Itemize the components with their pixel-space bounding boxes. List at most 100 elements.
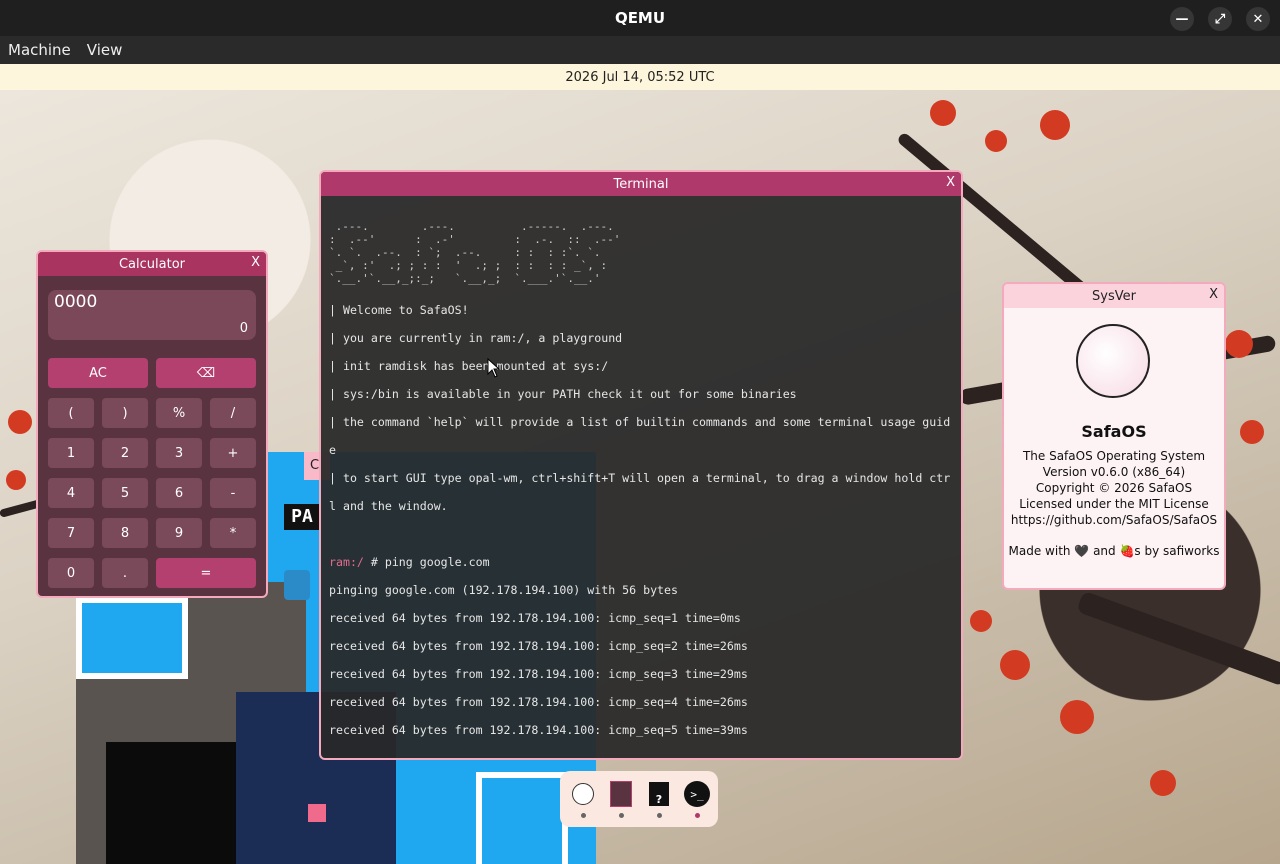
calc-divide-button[interactable]: /: [210, 398, 256, 428]
terminal-output[interactable]: .---. .---. .-----. .---. : .--' : .-' :…: [329, 206, 953, 750]
close-icon: ✕: [1252, 11, 1264, 27]
calculator-close-button[interactable]: X: [251, 255, 260, 270]
wallpaper-blossom: [970, 610, 992, 632]
wallpaper-blossom: [1240, 420, 1264, 444]
calc-7-button[interactable]: 7: [48, 518, 94, 548]
terminal-line: | Welcome to SafaOS!: [329, 303, 469, 317]
calc-8-button[interactable]: 8: [102, 518, 148, 548]
sysver-line: The SafaOS Operating System: [1022, 449, 1206, 463]
desktop-wallpaper: C PA Calculator X 0000 0 AC ⌫ ( ) % / 1 …: [0, 90, 1280, 864]
wallpaper-blossom: [985, 130, 1007, 152]
sysver-titlebar[interactable]: SysVer X: [1004, 284, 1224, 308]
sysver-line: Version v0.6.0 (x86_64): [1042, 465, 1186, 479]
game-water: [76, 597, 188, 679]
maximize-icon: ⤢: [1214, 11, 1226, 27]
wallpaper-blossom: [6, 470, 26, 490]
calc-0-button[interactable]: 0: [48, 558, 94, 588]
terminal-line: l and the window.: [329, 499, 448, 513]
date-time: 2026 Jul 14, 05:52 UTC: [565, 69, 715, 85]
calculator-window[interactable]: Calculator X 0000 0 AC ⌫ ( ) % / 1 2 3 +…: [36, 250, 268, 598]
terminal-command: # ping google.com: [363, 555, 490, 569]
terminal-output-line: received 64 bytes from 192.178.194.100: …: [329, 639, 748, 653]
terminal-output-line: received 64 bytes from 192.178.194.100: …: [329, 611, 741, 625]
calc-minus-button[interactable]: -: [210, 478, 256, 508]
help-file-icon: ?: [649, 782, 669, 806]
game-water: [476, 772, 568, 864]
sysver-os-name: SafaOS: [1081, 422, 1147, 441]
sysver-credits: Made with 🖤 and 🍓s by safiworks: [1008, 544, 1220, 558]
calculator-expression: 0000: [54, 292, 98, 312]
dock-running-indicator: [619, 813, 624, 818]
menu-view[interactable]: View: [79, 41, 131, 59]
calc-5-button[interactable]: 5: [102, 478, 148, 508]
calc-6-button[interactable]: 6: [156, 478, 202, 508]
terminal-line: | init ramdisk has been mounted at sys:/: [329, 359, 609, 373]
safaos-logo-icon: [1076, 324, 1150, 398]
calculator-result: 0: [239, 321, 248, 336]
calc-multiply-button[interactable]: *: [210, 518, 256, 548]
dock-running-indicator: [581, 813, 586, 818]
calculator-icon: [610, 781, 632, 807]
safaos-ascii-logo: .---. .---. .-----. .---. : .--' : .-' :…: [329, 220, 621, 285]
calc-backspace-button[interactable]: ⌫: [156, 358, 256, 388]
calc-2-button[interactable]: 2: [102, 438, 148, 468]
terminal-command-line: ram:/ # ping google.com: [329, 555, 953, 569]
sysver-icon: [572, 783, 594, 805]
terminal-title: Terminal: [613, 176, 669, 192]
app-title: QEMU: [614, 9, 666, 27]
sysver-info: The SafaOS Operating System Version v0.6…: [1004, 448, 1224, 528]
calc-percent-button[interactable]: %: [156, 398, 202, 428]
calc-3-button[interactable]: 3: [156, 438, 202, 468]
game-flower-sprite: [308, 804, 326, 822]
sysver-line: Licensed under the MIT License: [1019, 497, 1209, 511]
calculator-display: 0000 0: [48, 290, 256, 340]
wallpaper-branch: [1076, 590, 1280, 687]
terminal-prompt: ram:/: [329, 555, 364, 569]
calc-close-paren-button[interactable]: ): [102, 398, 148, 428]
minimize-icon: —: [1175, 11, 1189, 27]
minimize-button[interactable]: —: [1170, 7, 1194, 31]
menu-machine[interactable]: Machine: [0, 41, 79, 59]
calc-1-button[interactable]: 1: [48, 438, 94, 468]
calc-ac-button[interactable]: AC: [48, 358, 148, 388]
maximize-button[interactable]: ⤢: [1208, 7, 1232, 31]
calc-open-paren-button[interactable]: (: [48, 398, 94, 428]
wallpaper-blossom: [1225, 330, 1253, 358]
sysver-close-button[interactable]: X: [1209, 287, 1218, 302]
close-button[interactable]: ✕: [1246, 7, 1270, 31]
dock: ? >_: [560, 771, 718, 827]
dock-item-calculator[interactable]: [609, 781, 633, 807]
terminal-output-line: received 64 bytes from 192.178.194.100: …: [329, 723, 748, 737]
terminal-close-button[interactable]: X: [946, 175, 955, 190]
terminal-line: | to start GUI type opal-wm, ctrl+shift+…: [329, 471, 951, 485]
terminal-line: | the command `help` will provide a list…: [329, 415, 951, 429]
wallpaper-blossom: [1060, 700, 1094, 734]
calc-decimal-button[interactable]: .: [102, 558, 148, 588]
dock-item-terminal[interactable]: >_: [683, 781, 711, 807]
terminal-icon: >_: [684, 781, 710, 807]
dock-running-indicator: [657, 813, 662, 818]
terminal-output-line: received 64 bytes from 192.178.194.100: …: [329, 667, 748, 681]
terminal-line: e: [329, 443, 336, 457]
dock-item-help[interactable]: ?: [647, 781, 671, 807]
calculator-titlebar[interactable]: Calculator X: [38, 252, 266, 276]
mouse-pointer-icon: [487, 358, 501, 378]
calc-plus-button[interactable]: +: [210, 438, 256, 468]
calculator-title: Calculator: [118, 256, 185, 272]
wallpaper-blossom: [930, 100, 956, 126]
terminal-line: | you are currently in ram:/, a playgrou…: [329, 331, 623, 345]
sysver-link[interactable]: https://github.com/SafaOS/SafaOS: [1004, 512, 1224, 528]
wallpaper-blossom: [8, 410, 32, 434]
menubar: Machine View: [0, 36, 1280, 64]
sysver-window[interactable]: SysVer X SafaOS The SafaOS Operating Sys…: [1002, 282, 1226, 590]
calc-9-button[interactable]: 9: [156, 518, 202, 548]
dock-running-indicator: [695, 813, 700, 818]
dock-item-sysver[interactable]: [571, 781, 595, 807]
calc-equals-button[interactable]: =: [156, 558, 256, 588]
calc-4-button[interactable]: 4: [48, 478, 94, 508]
terminal-output-line: pinging google.com (192.178.194.100) wit…: [329, 583, 679, 597]
terminal-titlebar[interactable]: Terminal X: [321, 172, 961, 196]
sysver-line: Copyright © 2026 SafaOS: [1035, 481, 1193, 495]
terminal-window[interactable]: Terminal X .---. .---. .-----. .---. : .…: [319, 170, 963, 760]
date-bar: 2026 Jul 14, 05:52 UTC: [0, 64, 1280, 90]
